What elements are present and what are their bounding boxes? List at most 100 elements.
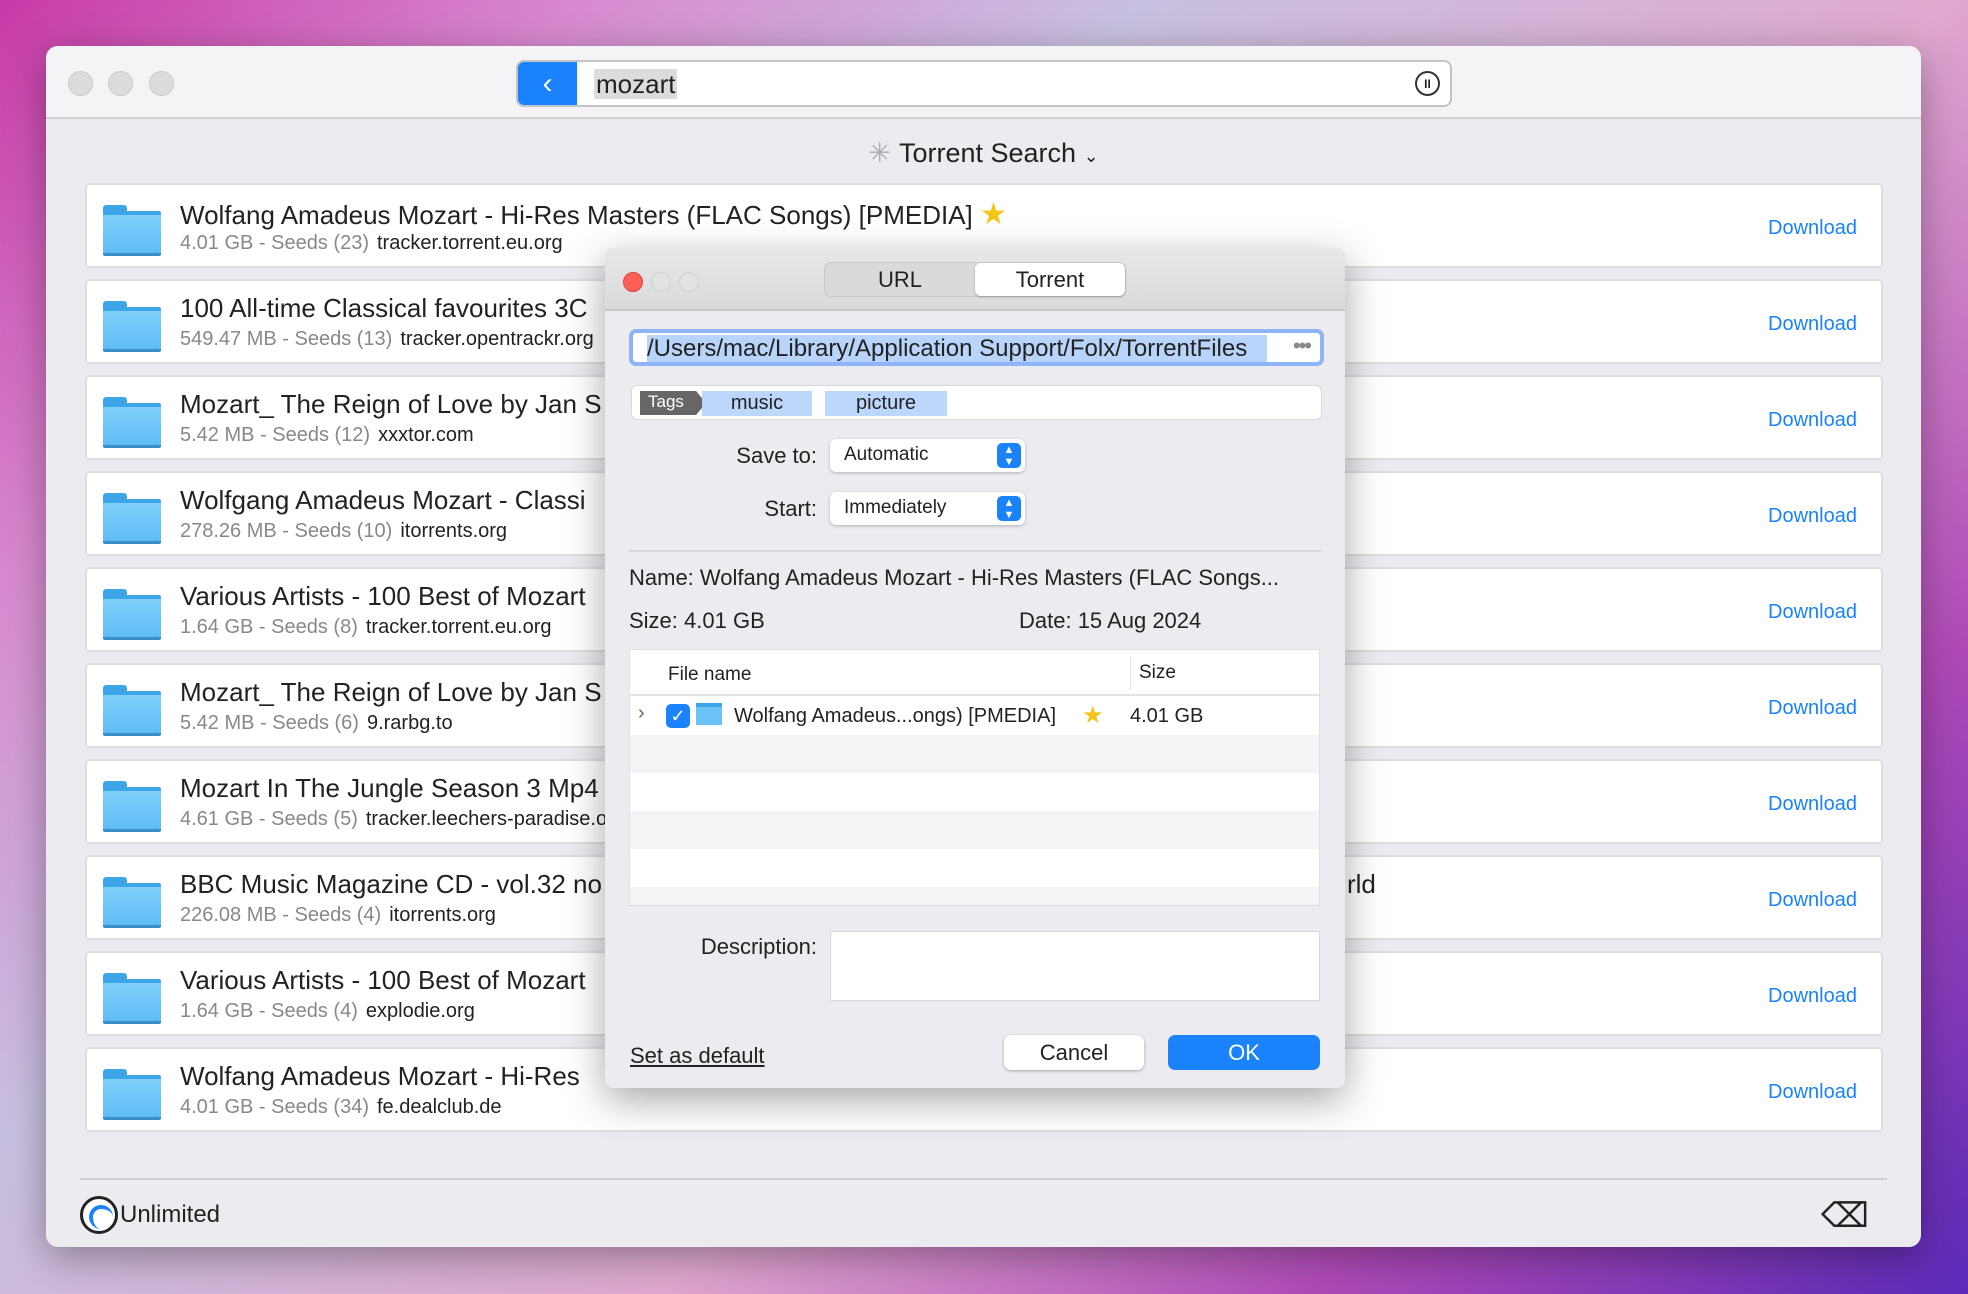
start-value: Immediately (844, 497, 947, 518)
file-name: Wolfang Amadeus...ongs) [PMEDIA] (734, 705, 1057, 727)
table-row[interactable]: › ✓ Wolfang Amadeus...ongs) [PMEDIA] ★ 4… (630, 697, 1319, 735)
file-table: File name Size › ✓ Wolfang Amadeus...ong… (629, 649, 1320, 906)
ok-button[interactable]: OK (1168, 1035, 1320, 1070)
folder-icon (103, 205, 161, 253)
dialog-zoom-button (679, 272, 699, 292)
save-to-select[interactable]: Automatic ▲ ▼ (830, 439, 1025, 472)
speedometer-icon (80, 1196, 118, 1234)
tracker: 9.rarbg.to (366, 712, 453, 734)
folder-icon (103, 493, 161, 541)
column-file-name[interactable]: File name (668, 664, 751, 686)
folder-icon (103, 1069, 161, 1117)
download-link[interactable]: Download (1768, 505, 1857, 528)
download-link[interactable]: Download (1768, 697, 1857, 720)
divider (80, 1178, 1887, 1180)
result-title-tail: rld (1347, 869, 1376, 899)
dialog-minimize-button (651, 272, 671, 292)
download-link[interactable]: Download (1768, 985, 1857, 1008)
torrent-date: Date: 15 Aug 2024 (1019, 608, 1202, 633)
folder-icon (103, 589, 161, 637)
folder-icon (696, 703, 722, 725)
result-title: 100 All-time Classical favourites 3C (180, 293, 588, 323)
tracker: xxxtor.com (378, 424, 474, 446)
download-link[interactable]: Download (1768, 889, 1857, 912)
divider (629, 550, 1321, 552)
result-meta: 1.64 GB - Seeds (4) explodie.org (180, 1000, 475, 1022)
pause-icon[interactable]: II (1415, 71, 1440, 96)
tracker: tracker.opentrackr.org (400, 328, 594, 350)
tracker: tracker.torrent.eu.org (376, 232, 563, 254)
result-meta: 4.01 GB - Seeds (23) tracker.torrent.eu.o… (180, 232, 563, 254)
empty-row (630, 735, 1319, 773)
result-title: Mozart In The Jungle Season 3 Mp4 (180, 773, 599, 803)
description-input[interactable] (830, 931, 1320, 1001)
result-meta: 226.08 MB - Seeds (4) itorrents.org (180, 904, 496, 926)
more-icon[interactable]: ••• (1293, 333, 1312, 359)
tab-torrent[interactable]: Torrent (975, 263, 1125, 296)
download-link[interactable]: Download (1768, 217, 1857, 240)
tag-picture[interactable]: picture (825, 391, 947, 416)
source-selector[interactable]: ✳ Torrent Search ⌄ (46, 138, 1921, 169)
add-torrent-dialog: URL Torrent /Users/mac/Library/Applicati… (605, 248, 1345, 1088)
folder-icon (103, 301, 161, 349)
star-icon: ★ (980, 198, 1007, 231)
folder-icon (103, 781, 161, 829)
torrent-name: Name: Wolfang Amadeus Mozart - Hi-Res Ma… (629, 565, 1280, 590)
result-title: Mozart_ The Reign of Love by Jan S (180, 677, 602, 707)
download-link[interactable]: Download (1768, 409, 1857, 432)
tracker: itorrents.org (389, 904, 496, 926)
save-to-value: Automatic (844, 444, 929, 465)
dialog-close-button[interactable] (623, 272, 643, 292)
result-meta: 4.01 GB - Seeds (34) fe.dealclub.de (180, 1096, 502, 1118)
tab-switcher: URL Torrent (824, 262, 1126, 297)
folder-icon (103, 397, 161, 445)
download-link[interactable]: Download (1768, 793, 1857, 816)
source-label: Torrent Search (898, 138, 1077, 168)
result-title: Various Artists - 100 Best of Mozart (180, 581, 586, 611)
download-link[interactable]: Download (1768, 601, 1857, 624)
zoom-button[interactable] (149, 71, 174, 96)
disclosure-chevron-icon[interactable]: › (638, 702, 645, 725)
chevron-down-icon: ⌄ (1083, 146, 1099, 166)
tracker: fe.dealclub.de (376, 1096, 502, 1118)
description-label: Description: (700, 934, 817, 959)
result-title: Wolfang Amadeus Mozart - Hi-Res (180, 1061, 580, 1091)
start-select[interactable]: Immediately ▲ ▼ (830, 492, 1025, 525)
tag-music[interactable]: music (702, 391, 812, 416)
result-title: Wolfang Amadeus Mozart - Hi-Res Masters … (180, 198, 1007, 231)
result-title: Various Artists - 100 Best of Mozart (180, 965, 586, 995)
up-down-icon: ▲ ▼ (997, 496, 1021, 521)
save-to-label: Save to: (736, 443, 817, 468)
column-size[interactable]: Size (1130, 656, 1176, 690)
download-link[interactable]: Download (1768, 313, 1857, 336)
tags-field[interactable]: Tags music picture (631, 385, 1322, 420)
star-icon: ★ (1082, 702, 1104, 729)
eraser-icon[interactable]: ⌫ (1821, 1196, 1869, 1236)
download-link[interactable]: Download (1768, 1081, 1857, 1104)
close-button[interactable] (68, 71, 93, 96)
path-text: /Users/mac/Library/Application Support/F… (647, 335, 1267, 362)
torrent-size: Size: 4.01 GB (629, 608, 765, 633)
empty-row (630, 887, 1319, 905)
cancel-button[interactable]: Cancel (1004, 1035, 1144, 1070)
result-title: Wolfgang Amadeus Mozart - Classi (180, 485, 586, 515)
file-size: 4.01 GB (1130, 705, 1204, 727)
tags-label: Tags (640, 391, 706, 415)
minimize-button[interactable] (108, 71, 133, 96)
result-meta: 1.64 GB - Seeds (8) tracker.torrent.eu.or… (180, 616, 552, 638)
tracker: itorrents.org (400, 520, 508, 542)
result-title: BBC Music Magazine CD - vol.32 no (180, 869, 602, 899)
search-field[interactable]: ‹ mozart II (516, 60, 1452, 107)
tab-url[interactable]: URL (825, 263, 975, 296)
result-title: Mozart_ The Reign of Love by Jan S (180, 389, 602, 419)
torrent-path-field[interactable]: /Users/mac/Library/Application Support/F… (629, 329, 1324, 366)
speed-limit-button[interactable]: Unlimited (80, 1196, 220, 1234)
toolbar: ‹ mozart II (46, 46, 1921, 119)
set-as-default-link[interactable]: Set as default (630, 1043, 765, 1069)
back-button[interactable]: ‹ (518, 62, 577, 105)
speed-label: Unlimited (120, 1201, 221, 1228)
folder-icon (103, 973, 161, 1021)
search-input[interactable]: mozart (594, 69, 678, 99)
file-checkbox[interactable]: ✓ (666, 704, 690, 728)
result-meta: 5.42 MB - Seeds (12) xxxtor.com (180, 424, 474, 446)
